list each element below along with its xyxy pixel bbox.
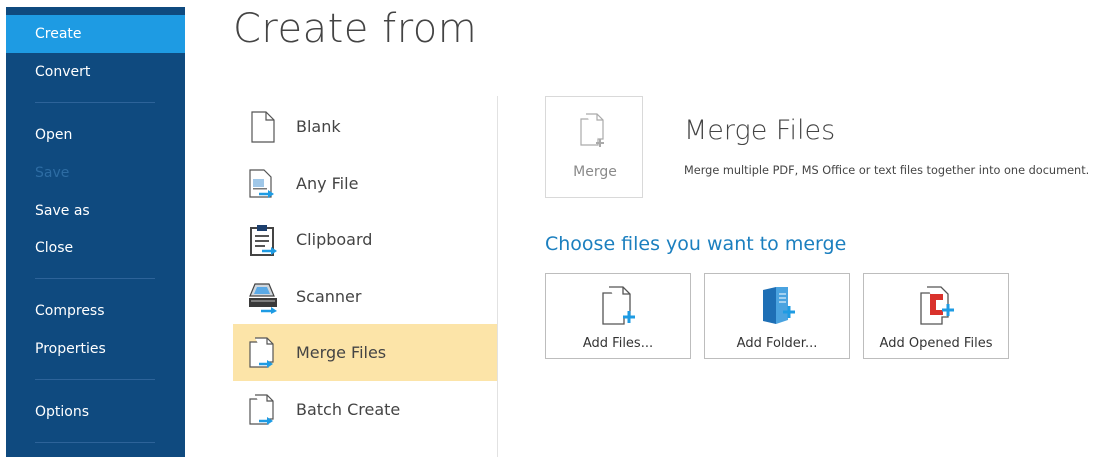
source-label: Blank [296, 117, 341, 136]
choose-files-heading: Choose files you want to merge [545, 233, 847, 255]
add-opened-files-label: Add Opened Files [879, 336, 993, 351]
clipboard-icon [250, 225, 277, 256]
nav-divider [35, 442, 155, 443]
nav-item-convert[interactable]: Convert [6, 53, 185, 91]
page-title: Create from [233, 6, 478, 52]
blank-page-icon [251, 111, 275, 143]
merge-button[interactable]: Merge [545, 96, 643, 198]
backstage-nav: Create Convert Open Save Save as Close C… [0, 0, 185, 457]
column-divider [497, 96, 498, 457]
nav-divider [35, 102, 155, 103]
nav-divider [35, 379, 155, 380]
add-opened-files-button[interactable]: Add Opened Files [863, 273, 1009, 359]
merge-button-label: Merge [573, 164, 617, 180]
merge-files-icon [249, 337, 274, 368]
nav-item-properties[interactable]: Properties [6, 330, 185, 368]
add-folder-label: Add Folder... [736, 336, 818, 351]
any-file-icon [249, 169, 274, 198]
add-files-label: Add Files... [582, 336, 654, 351]
detail-description: Merge multiple PDF, MS Office or text fi… [684, 164, 1090, 177]
nav-item-open[interactable]: Open [6, 116, 185, 154]
source-item-batch-create[interactable]: Batch Create [233, 381, 498, 438]
nav-item-close[interactable]: Close [6, 229, 185, 267]
add-folder-icon [763, 287, 795, 324]
add-files-icon [602, 286, 635, 325]
nav-panel: Create Convert Open Save Save as Close C… [6, 7, 185, 457]
add-folder-button[interactable]: Add Folder... [704, 273, 850, 359]
source-item-scanner[interactable]: Scanner [233, 268, 498, 325]
source-label: Merge Files [296, 343, 387, 362]
add-files-button[interactable]: Add Files... [545, 273, 691, 359]
nav-item-options[interactable]: Options [6, 393, 185, 431]
source-item-merge-files[interactable]: Merge Files [233, 324, 498, 381]
source-label: Batch Create [296, 400, 401, 419]
scanner-icon [249, 283, 277, 314]
source-item-any-file[interactable]: Any File [233, 155, 498, 212]
batch-create-icon [249, 394, 274, 425]
merge-icon [580, 113, 604, 147]
add-opened-files-icon [920, 286, 954, 325]
nav-divider [35, 278, 155, 279]
nav-item-save-as[interactable]: Save as [6, 192, 185, 230]
nav-item-compress[interactable]: Compress [6, 292, 185, 330]
nav-item-save: Save [35, 165, 70, 181]
source-label: Any File [296, 174, 359, 193]
source-item-blank[interactable]: Blank [233, 98, 498, 155]
source-label: Scanner [296, 287, 362, 306]
source-label: Clipboard [296, 230, 373, 249]
detail-title: Merge Files [684, 115, 836, 146]
nav-item-create[interactable]: Create [6, 15, 185, 53]
source-item-clipboard[interactable]: Clipboard [233, 211, 498, 268]
